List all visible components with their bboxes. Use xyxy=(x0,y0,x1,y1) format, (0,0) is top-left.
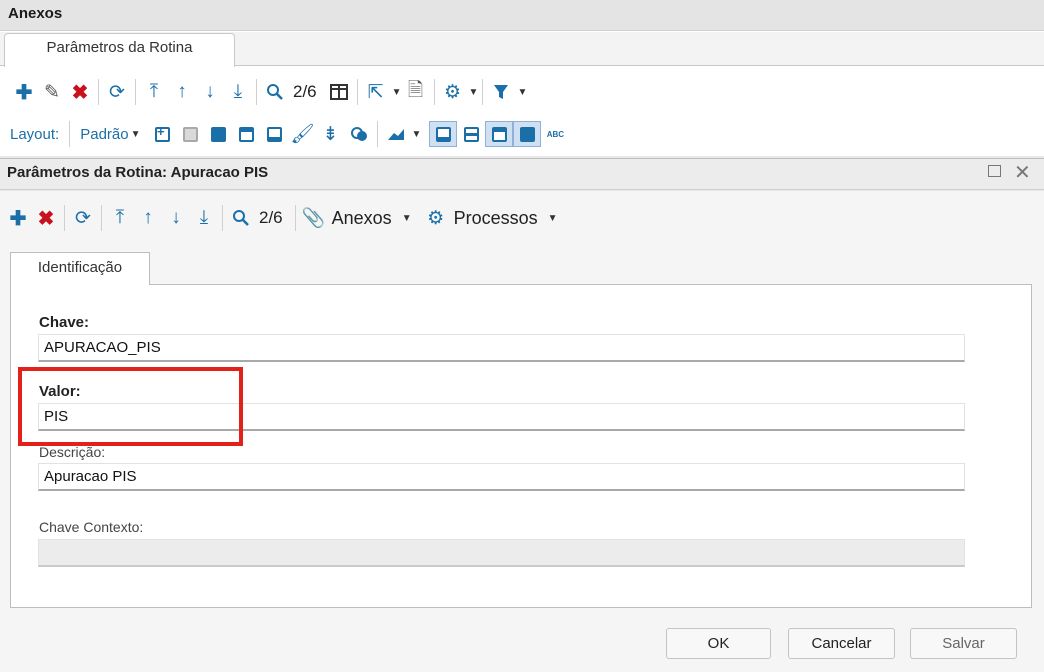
chevron-down-icon[interactable]: ▼ xyxy=(131,129,141,140)
gear-icon[interactable]: ⚙ xyxy=(422,205,450,231)
paint-icon[interactable]: 🖌 xyxy=(289,121,317,147)
layout-selector[interactable]: Padrão xyxy=(80,126,128,143)
separator xyxy=(356,79,358,105)
anexos-menu[interactable]: Anexos xyxy=(332,208,392,229)
layout-bottom-icon[interactable] xyxy=(429,121,458,147)
chevron-down-icon[interactable]: ▼ xyxy=(517,87,527,98)
separator xyxy=(294,205,296,231)
separator xyxy=(101,205,102,231)
insert-row-icon[interactable]: + xyxy=(149,121,177,147)
delete-row-icon[interactable] xyxy=(177,121,205,147)
abc-label: ABC xyxy=(546,129,565,139)
layout-toolbar: Layout: Padrão ▼ + 🖌 ⇟ ▼ ABC xyxy=(10,119,569,149)
dialog-title: Parâmetros da Rotina: Apuracao PIS xyxy=(7,164,269,181)
separator xyxy=(482,79,484,105)
save-button[interactable]: Salvar xyxy=(910,628,1017,659)
outer-toolbar: ✚ ✎ ✖ ⟳ ⤒ ↑ ↓ ⤓ 2/6 ⇱ ▼ 🗎 ⚙ ▼ ▼ xyxy=(10,76,527,108)
first-record-icon[interactable]: ⤒ xyxy=(106,205,134,231)
first-record-icon[interactable]: ⤒ xyxy=(140,79,168,105)
document-icon[interactable]: 🗎 xyxy=(402,79,430,105)
highlight-box xyxy=(18,367,243,446)
maximize-icon[interactable] xyxy=(988,165,1001,177)
separator xyxy=(98,79,99,105)
next-record-icon[interactable]: ↓ xyxy=(162,205,190,231)
descricao-label: Descrição: xyxy=(39,444,106,460)
pin-icon[interactable]: ⇟ xyxy=(317,121,345,147)
last-record-icon[interactable]: ⤓ xyxy=(190,205,218,231)
chave-field[interactable]: APURACAO_PIS xyxy=(38,334,965,362)
add-icon[interactable]: ✚ xyxy=(10,79,38,105)
chevron-down-icon[interactable]: ▼ xyxy=(548,213,558,224)
search-icon[interactable] xyxy=(227,205,255,231)
add-icon[interactable]: ✚ xyxy=(4,205,32,231)
refresh-icon[interactable]: ⟳ xyxy=(69,205,97,231)
delete-icon[interactable]: ✖ xyxy=(32,205,60,231)
chave-contexto-field xyxy=(38,539,965,567)
layout-full-icon[interactable] xyxy=(513,121,542,147)
separator xyxy=(222,205,223,231)
chart-icon[interactable] xyxy=(382,121,410,147)
separator xyxy=(69,121,71,147)
edit-icon[interactable]: ✎ xyxy=(38,79,66,105)
abc-icon[interactable]: ABC xyxy=(541,121,569,147)
separator xyxy=(135,79,136,105)
separator xyxy=(256,79,257,105)
descricao-field[interactable]: Apuracao PIS xyxy=(38,463,965,491)
cancel-button[interactable]: Cancelar xyxy=(788,628,895,659)
layout-label: Layout: xyxy=(10,125,60,143)
close-icon[interactable]: ✕ xyxy=(1014,160,1031,185)
next-record-icon[interactable]: ↓ xyxy=(196,79,224,105)
last-record-icon[interactable]: ⤓ xyxy=(224,79,252,105)
refresh-icon[interactable]: ⟳ xyxy=(103,79,131,105)
chevron-down-icon[interactable]: ▼ xyxy=(402,213,412,224)
previous-record-icon[interactable]: ↑ xyxy=(134,205,162,231)
tab-parametros-da-rotina[interactable]: Parâmetros da Rotina xyxy=(4,33,235,67)
separator xyxy=(433,79,435,105)
separator xyxy=(376,121,378,147)
processos-menu[interactable]: Processos xyxy=(454,208,538,229)
dialog-toolbar: ✚ ✖ ⟳ ⤒ ↑ ↓ ⤓ 2/6 📎 Anexos ▼ ⚙ Processos… xyxy=(4,203,558,233)
filter-icon[interactable] xyxy=(487,79,515,105)
move-up-icon[interactable] xyxy=(233,121,261,147)
outer-window-title: Anexos xyxy=(0,0,1044,30)
columns-icon[interactable] xyxy=(325,79,353,105)
search-icon[interactable] xyxy=(261,79,289,105)
chevron-down-icon[interactable]: ▼ xyxy=(392,87,402,98)
shapes-icon[interactable] xyxy=(345,121,373,147)
delete-icon[interactable]: ✖ xyxy=(66,79,94,105)
ok-button[interactable]: OK xyxy=(666,628,771,659)
record-counter: 2/6 xyxy=(259,208,283,227)
layout-top-icon[interactable] xyxy=(485,121,514,147)
tab-identificacao[interactable]: Identificação xyxy=(10,252,150,285)
separator xyxy=(64,205,65,231)
export-icon[interactable]: ⇱ xyxy=(362,79,390,105)
move-down-icon[interactable] xyxy=(261,121,289,147)
return-icon[interactable] xyxy=(205,121,233,147)
gear-icon[interactable]: ⚙ xyxy=(439,79,467,105)
chevron-down-icon[interactable]: ▼ xyxy=(412,129,422,140)
paperclip-icon[interactable]: 📎 xyxy=(300,205,328,231)
chave-label: Chave: xyxy=(39,314,90,331)
previous-record-icon[interactable]: ↑ xyxy=(168,79,196,105)
chave-contexto-label: Chave Contexto: xyxy=(39,519,144,535)
layout-middle-icon[interactable] xyxy=(457,121,485,147)
record-counter: 2/6 xyxy=(293,82,317,101)
chevron-down-icon[interactable]: ▼ xyxy=(469,87,479,98)
